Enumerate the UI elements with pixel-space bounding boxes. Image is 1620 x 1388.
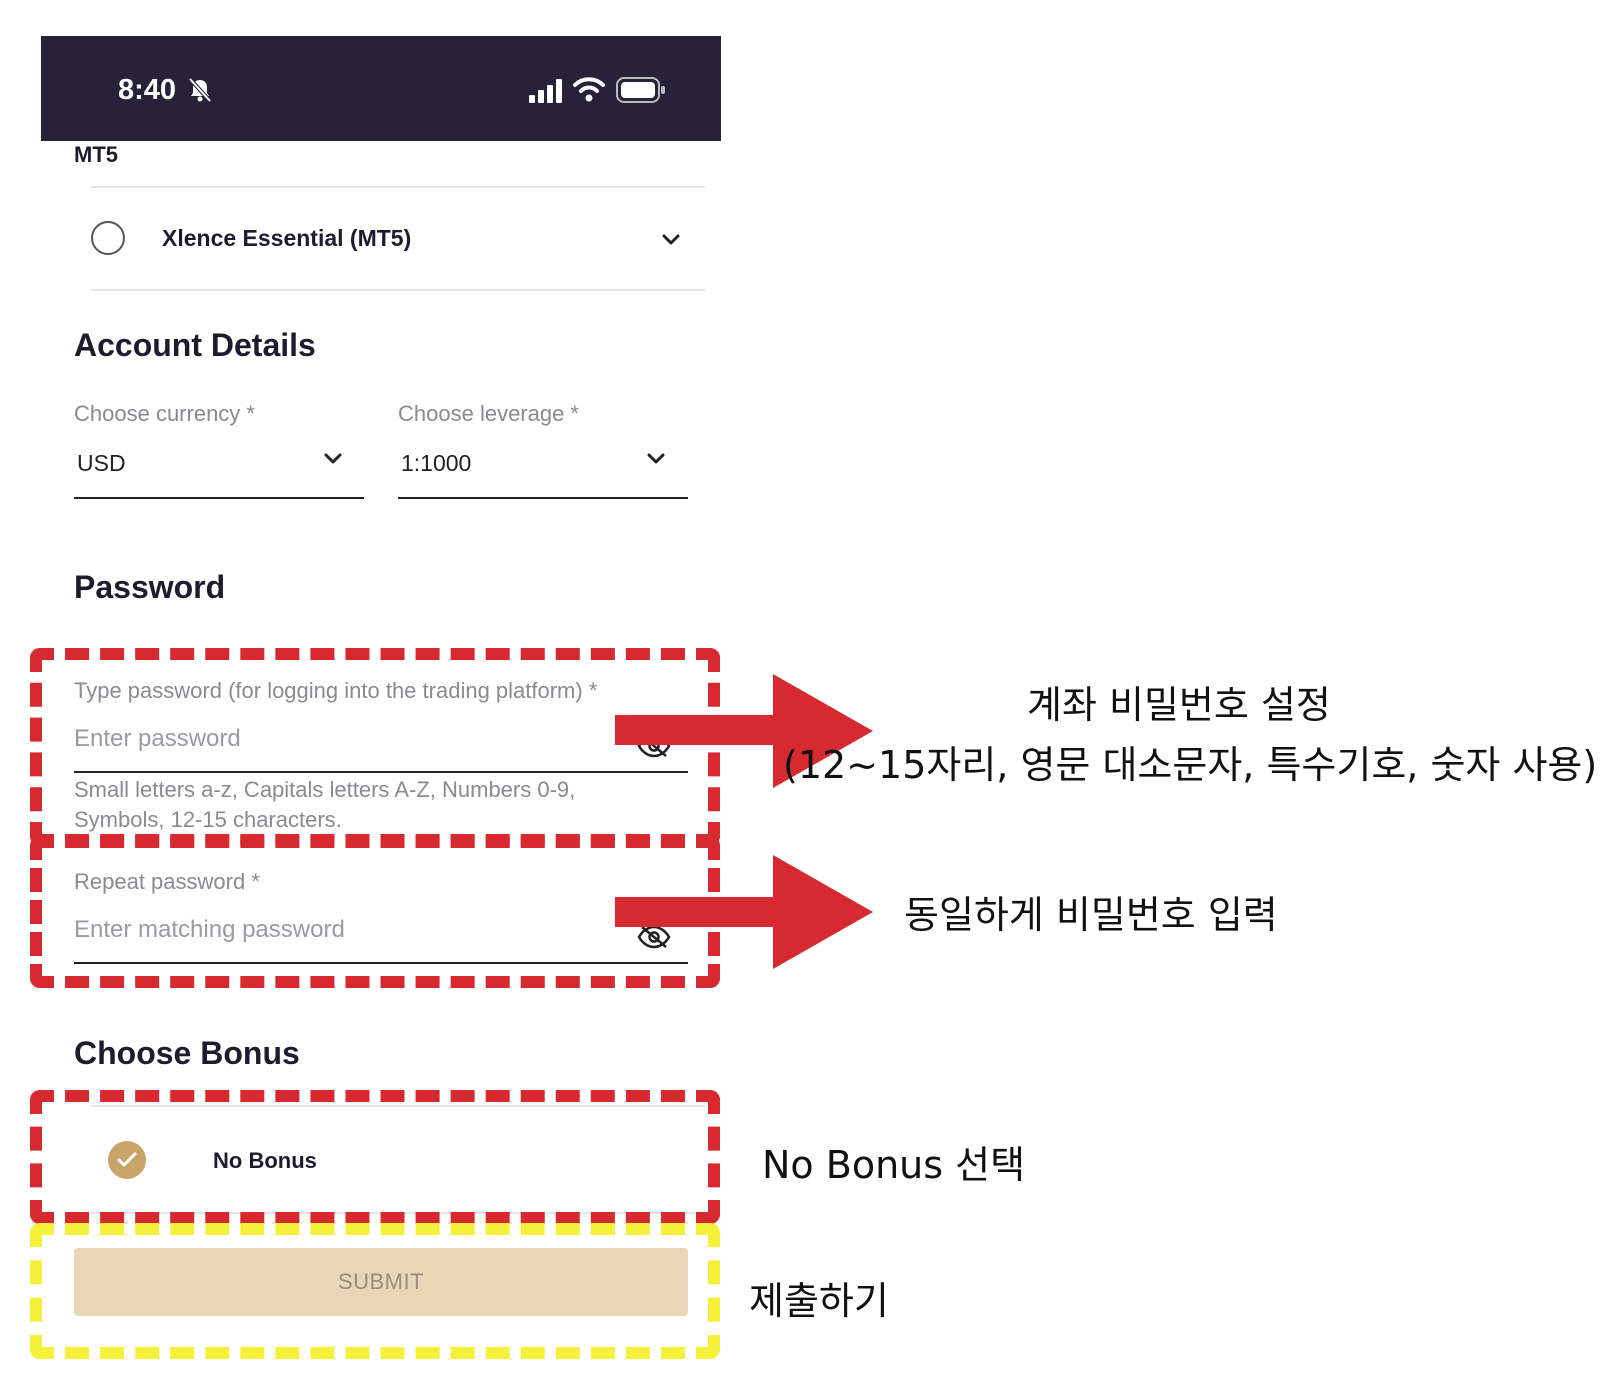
chevron-down-icon[interactable] [646,452,666,466]
currency-select[interactable]: USD [77,450,126,477]
password-title: Password [74,569,226,605]
leverage-underline [398,497,688,499]
status-time: 8:40 [118,74,177,106]
annotation-repeat-password: 동일하게 비밀번호 입력 [904,893,1278,937]
annotation-password-setup-rules: (12~15자리, 영문 대소문자, 특수기호, 숫자 사용) [783,743,1598,787]
divider [91,289,705,291]
account-details-title: Account Details [74,327,316,363]
chevron-down-icon[interactable] [323,452,343,466]
annotation-password-setup-title: 계좌 비밀번호 설정 [1027,683,1331,727]
divider [91,186,705,188]
bell-off-icon [188,77,212,103]
annotation-box-bonus [30,1090,720,1224]
arrow-right-icon [615,855,873,969]
account-type-label[interactable]: Xlence Essential (MT5) [162,225,411,252]
leverage-select[interactable]: 1:1000 [401,450,471,477]
annotation-submit: 제출하기 [749,1279,889,1323]
currency-underline [74,497,364,499]
choose-bonus-title: Choose Bonus [74,1035,300,1071]
wifi-icon [573,77,605,102]
annotation-bonus: No Bonus 선택 [762,1143,1026,1187]
signal-icon [529,79,562,103]
account-type-radio[interactable] [91,221,125,255]
platform-label: MT5 [74,142,118,167]
leverage-label: Choose leverage * [398,401,580,426]
annotation-box-submit [30,1223,720,1359]
status-bar: 8:40 [41,36,721,141]
chevron-down-icon[interactable] [661,233,681,247]
currency-label: Choose currency * [74,401,255,426]
battery-icon [616,77,665,103]
